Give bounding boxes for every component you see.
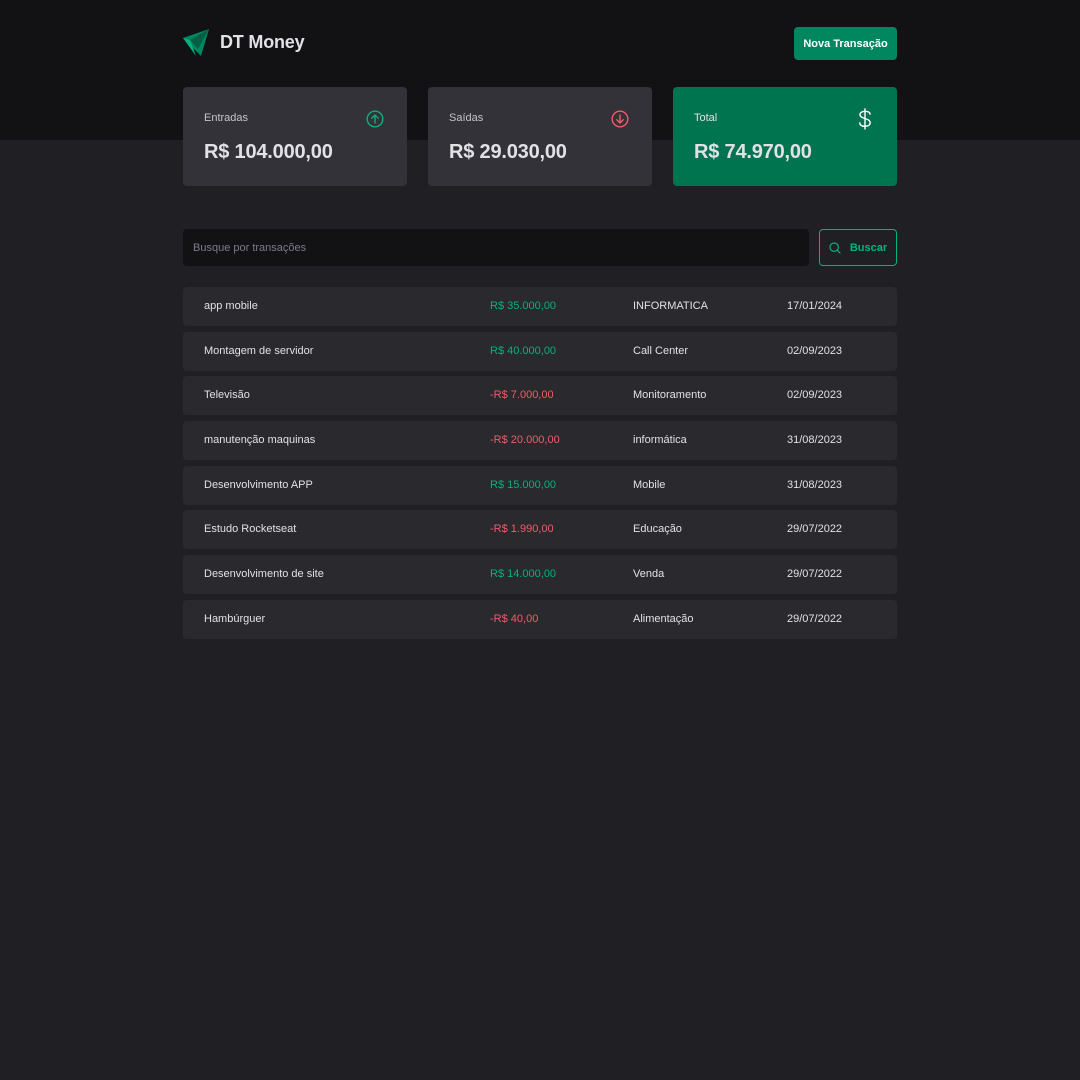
transaction-category: INFORMATICA [633,300,708,312]
arrow-circle-down-icon [611,110,629,128]
transaction-category: Educação [633,523,682,536]
transaction-row: app mobile R$ 35.000,00 INFORMATICA 17/0… [183,287,897,326]
summary-card-label: Saídas [449,112,484,124]
transaction-date: 02/09/2023 [787,344,843,357]
magnifying-glass-icon [829,241,841,254]
transaction-price: R$ 40.000,00 [490,344,557,357]
header: DT Money Nova Transação [183,27,897,60]
search-button-label: Buscar [849,241,888,254]
summary-card-total: Total R$ 74.970,00 [673,87,897,186]
transaction-category: Monitoramento [633,389,707,402]
transaction-description: Hambúrguer [204,612,266,625]
transaction-description: Desenvolvimento APP [204,478,313,491]
brand-name: DT Money [220,32,305,52]
summary-card-outcome: Saídas R$ 29.030,00 [428,87,652,186]
transaction-price: R$ 14.000,00 [490,568,557,581]
transaction-category: Call Center [633,344,689,357]
transaction-row: Desenvolvimento de site R$ 14.000,00 Ven… [183,555,897,595]
transaction-price: -R$ 40,00 [490,612,539,625]
summary-card-label: Total [694,112,718,124]
arrow-circle-up-icon [366,110,384,128]
transaction-price: R$ 35.000,00 [490,300,557,312]
transaction-category: Alimentação [633,612,694,625]
logo-icon [183,29,209,56]
transaction-date: 02/09/2023 [787,389,843,402]
transaction-description: manutenção maquinas [204,434,316,447]
transaction-description: Desenvolvimento de site [204,568,324,581]
transaction-row: Hambúrguer -R$ 40,00 Alimentação 29/07/2… [183,599,897,639]
summary-card-label: Entradas [204,112,249,124]
transaction-row: Estudo Rocketseat -R$ 1.990,00 Educação … [183,510,897,550]
transaction-description: app mobile [204,300,258,312]
summary-card-value: R$ 29.030,00 [449,141,567,163]
summary-card-value: R$ 104.000,00 [204,141,333,163]
transaction-date: 31/08/2023 [787,478,843,491]
transaction-date: 17/01/2024 [787,300,843,312]
transaction-price: -R$ 1.990,00 [490,523,554,536]
transaction-category: Mobile [633,478,666,491]
search-button[interactable]: Buscar [819,229,897,266]
search-input[interactable] [183,229,809,266]
summary: Entradas R$ 104.000,00 Saídas R$ 29.030,… [183,87,897,186]
transaction-description: Estudo Rocketseat [204,523,297,536]
transaction-date: 29/07/2022 [787,523,843,536]
transaction-row: manutenção maquinas -R$ 20.000,00 inform… [183,421,897,461]
transaction-category: Venda [633,568,665,581]
new-transaction-button[interactable]: Nova Transação [794,27,897,60]
transaction-row: Desenvolvimento APP R$ 15.000,00 Mobile … [183,465,897,505]
logo: DT Money [183,29,305,56]
transaction-row: Montagem de servidor R$ 40.000,00 Call C… [183,331,897,371]
transaction-price: -R$ 7.000,00 [490,389,554,402]
summary-card-income: Entradas R$ 104.000,00 [183,87,407,186]
transactions-table: app mobile R$ 35.000,00 INFORMATICA 17/0… [183,287,897,645]
search-form: Buscar [183,229,897,266]
transaction-row: Televisão -R$ 7.000,00 Monitoramento 02/… [183,376,897,416]
transaction-category: informática [633,434,687,447]
transaction-price: -R$ 20.000,00 [490,434,560,447]
summary-card-value: R$ 74.970,00 [694,141,812,163]
transaction-date: 29/07/2022 [787,568,843,581]
transaction-date: 31/08/2023 [787,434,843,447]
transaction-description: Montagem de servidor [204,344,314,357]
transaction-date: 29/07/2022 [787,612,843,625]
transaction-price: R$ 15.000,00 [490,478,557,491]
currency-dollar-icon [857,108,873,130]
transaction-description: Televisão [204,389,250,402]
